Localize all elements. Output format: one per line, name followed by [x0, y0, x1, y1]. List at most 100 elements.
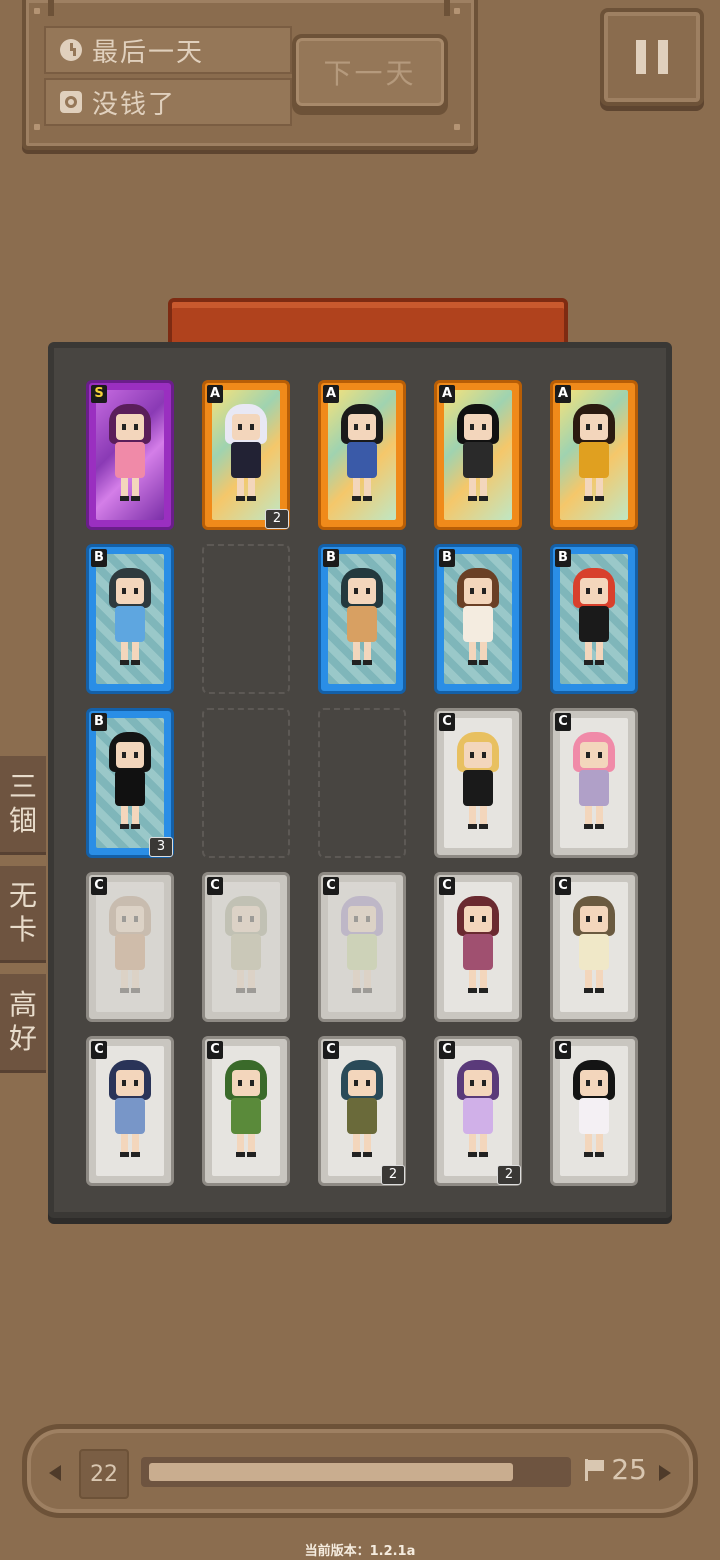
card-art: [328, 1046, 396, 1176]
day-status: 最后一天: [44, 26, 292, 74]
progress-fill: [149, 1463, 513, 1481]
character-card[interactable]: A: [550, 380, 638, 530]
side-tab-2-label: 无 卡: [8, 879, 37, 946]
character-sprite: [223, 1060, 269, 1168]
character-card[interactable]: S: [86, 380, 174, 530]
character-card[interactable]: C: [550, 1036, 638, 1186]
arrow-left-icon[interactable]: [49, 1465, 61, 1481]
version-text: 当前版本：1.2.1a: [304, 1544, 416, 1559]
rivet: [34, 8, 40, 14]
card-slot: B: [86, 544, 174, 694]
card-collection-grid: SA2AAABBBBB3CCCCCCCCCC2C2C: [48, 342, 672, 1218]
character-card[interactable]: C2: [434, 1036, 522, 1186]
character-card[interactable]: C: [202, 1036, 290, 1186]
card-slot: A: [550, 380, 638, 530]
panel-hanger: [444, 0, 450, 16]
money-text: 没钱了: [92, 89, 177, 120]
next-day-button[interactable]: 下一天: [292, 34, 448, 110]
card-count-badge: 2: [381, 1165, 405, 1185]
rank-badge: C: [439, 1041, 455, 1059]
character-card[interactable]: B: [86, 544, 174, 694]
character-card[interactable]: C: [434, 872, 522, 1022]
character-card[interactable]: B3: [86, 708, 174, 858]
character-sprite: [107, 568, 153, 676]
card-art: [96, 882, 164, 1012]
card-art: [444, 718, 512, 848]
character-sprite: [455, 404, 501, 512]
character-card[interactable]: C: [86, 1036, 174, 1186]
character-card[interactable]: C: [86, 872, 174, 1022]
card-art: [96, 1046, 164, 1176]
character-card[interactable]: A: [434, 380, 522, 530]
character-sprite: [455, 896, 501, 1004]
empty-card-slot: [318, 708, 406, 858]
rank-badge: C: [91, 1041, 107, 1059]
character-sprite: [455, 732, 501, 840]
rank-badge: B: [91, 549, 107, 567]
character-sprite: [339, 896, 385, 1004]
character-card[interactable]: B: [550, 544, 638, 694]
card-art: [560, 554, 628, 684]
card-art: [560, 1046, 628, 1176]
character-sprite: [339, 404, 385, 512]
card-slot: B3: [86, 708, 174, 858]
card-count-badge: 2: [265, 509, 289, 529]
rank-badge: C: [91, 877, 107, 895]
character-sprite: [571, 732, 617, 840]
card-art: [560, 718, 628, 848]
card-slot: C: [318, 872, 406, 1022]
card-slot: B: [318, 544, 406, 694]
card-slot: C2: [434, 1036, 522, 1186]
card-art: [444, 390, 512, 520]
character-sprite: [107, 896, 153, 1004]
side-tab-3[interactable]: 高 好: [0, 974, 46, 1070]
card-slot: C: [550, 1036, 638, 1186]
rank-badge: C: [555, 1041, 571, 1059]
card-art: [96, 390, 164, 520]
character-card[interactable]: B: [318, 544, 406, 694]
rivet: [34, 124, 40, 130]
character-card[interactable]: C2: [318, 1036, 406, 1186]
day-text: 最后一天: [92, 37, 205, 68]
goal-day: 25: [585, 1453, 647, 1486]
character-card[interactable]: B: [434, 544, 522, 694]
card-art: [444, 554, 512, 684]
panel-hanger: [48, 0, 54, 16]
card-art: [444, 882, 512, 1012]
character-card[interactable]: C: [318, 872, 406, 1022]
pause-icon: [636, 40, 646, 74]
card-slot: C: [434, 872, 522, 1022]
card-slot: C: [550, 708, 638, 858]
character-card[interactable]: A: [318, 380, 406, 530]
empty-card-slot: [202, 708, 290, 858]
card-slot: B: [550, 544, 638, 694]
character-sprite: [455, 1060, 501, 1168]
character-card[interactable]: C: [550, 872, 638, 1022]
pause-button[interactable]: [600, 8, 704, 106]
card-slot: C2: [318, 1036, 406, 1186]
card-art: [328, 554, 396, 684]
character-card[interactable]: C: [202, 872, 290, 1022]
side-tab-1[interactable]: 三 锢: [0, 756, 46, 852]
character-card[interactable]: C: [434, 708, 522, 858]
card-count-badge: 3: [149, 837, 173, 857]
card-slot: A: [318, 380, 406, 530]
character-card[interactable]: A2: [202, 380, 290, 530]
card-slot: B: [434, 544, 522, 694]
clock-icon: [60, 39, 82, 61]
card-art: [212, 882, 280, 1012]
card-art: [560, 882, 628, 1012]
rank-badge: C: [207, 877, 223, 895]
arrow-right-icon[interactable]: [659, 1465, 671, 1481]
card-count-badge: 2: [497, 1165, 521, 1185]
goal-day-number: 25: [611, 1453, 647, 1486]
character-card[interactable]: C: [550, 708, 638, 858]
rank-badge: C: [439, 877, 455, 895]
rank-badge: A: [439, 385, 455, 403]
side-tab-1-label: 三 锢: [8, 770, 37, 837]
side-tab-2[interactable]: 无 卡: [0, 866, 46, 960]
character-sprite: [571, 404, 617, 512]
card-art: [560, 390, 628, 520]
card-slot: C: [550, 872, 638, 1022]
character-sprite: [571, 1060, 617, 1168]
